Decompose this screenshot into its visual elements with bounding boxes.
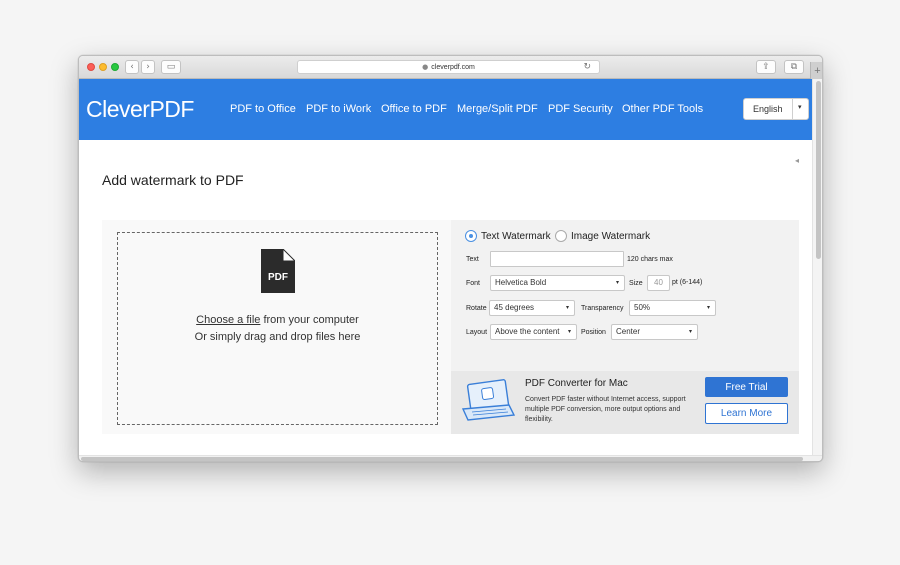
chevron-down-icon: ▾: [688, 328, 692, 335]
language-value: English: [753, 104, 783, 114]
position-value: Center: [616, 327, 641, 336]
learn-more-button[interactable]: Learn More: [705, 403, 788, 424]
choose-file-line: Choose a file from your computer: [118, 314, 437, 326]
watermark-text-input[interactable]: [495, 252, 623, 266]
mac-converter-promo: PDF Converter for Mac Convert PDF faster…: [451, 371, 799, 434]
text-label: Text: [466, 256, 479, 263]
watermark-options-panel: Text Watermark Image Watermark Text 120 …: [451, 220, 799, 434]
radio-unselected-indicator: [555, 230, 567, 242]
nav-office-to-pdf[interactable]: Office to PDF: [381, 103, 447, 115]
site-logo[interactable]: CleverPDF: [86, 96, 194, 123]
lock-icon: ●: [422, 63, 429, 71]
font-label: Font: [466, 280, 481, 287]
chevron-down-icon: ▾: [798, 103, 802, 111]
vertical-scrollbar[interactable]: [812, 79, 822, 456]
chevron-down-icon: ▾: [567, 328, 571, 335]
rotate-label: Rotate: [466, 305, 487, 312]
sidebar-icon[interactable]: ▭: [161, 60, 181, 74]
promo-title: PDF Converter for Mac: [525, 378, 628, 389]
page-title: Add watermark to PDF: [102, 172, 244, 188]
pdf-icon-label: PDF: [268, 272, 288, 283]
layout-label: Layout: [466, 329, 488, 336]
font-value: Helvetica Bold: [495, 278, 547, 287]
size-hint: pt (6-144): [672, 279, 703, 286]
close-window-button[interactable]: [87, 63, 95, 71]
zoom-window-button[interactable]: [111, 63, 119, 71]
laptop-illustration-icon: [461, 379, 516, 421]
forward-icon[interactable]: ›: [141, 60, 155, 74]
text-hint: 120 chars max: [627, 256, 673, 263]
size-input[interactable]: 40: [647, 275, 670, 291]
address-bar[interactable]: ● cleverpdf.com ↻: [297, 60, 600, 74]
nav-pdf-to-office[interactable]: PDF to Office: [230, 103, 296, 115]
horizontal-scrollbar[interactable]: [79, 455, 822, 461]
share-icon[interactable]: ⇪: [756, 60, 776, 74]
vertical-scroll-thumb[interactable]: [816, 81, 821, 259]
radio-selected-indicator: [465, 230, 477, 242]
chevron-down-icon: ▾: [706, 304, 710, 311]
radio-text-watermark[interactable]: Text Watermark: [465, 230, 551, 242]
layout-select[interactable]: Above the content ▾: [490, 324, 577, 340]
language-divider: [792, 99, 793, 119]
horizontal-scroll-thumb[interactable]: [81, 457, 803, 461]
position-label: Position: [581, 329, 606, 336]
position-select[interactable]: Center ▾: [611, 324, 698, 340]
collapse-arrow-icon[interactable]: ◂: [795, 156, 799, 165]
layout-value: Above the content: [495, 327, 560, 336]
size-label: Size: [629, 280, 643, 287]
rotate-value: 45 degrees: [494, 303, 535, 312]
site-navbar: CleverPDF PDF to Office PDF to iWork Off…: [79, 79, 812, 140]
upload-panel: PDF Choose a file from your computer Or …: [102, 220, 451, 434]
chevron-down-icon: ▾: [565, 304, 569, 311]
back-icon[interactable]: ‹: [125, 60, 139, 74]
radio-text-watermark-label: Text Watermark: [481, 230, 551, 242]
language-select[interactable]: English ▾: [743, 98, 809, 120]
text-field-wrapper: [490, 251, 624, 267]
minimize-window-button[interactable]: [99, 63, 107, 71]
browser-toolbar: ‹ › ▭ ● cleverpdf.com ↻ ⇪ ⧉ +: [79, 56, 822, 79]
reload-icon[interactable]: ↻: [583, 62, 591, 72]
drag-drop-text: Or simply drag and drop files here: [194, 331, 361, 343]
pdf-file-icon: PDF: [261, 249, 295, 293]
tabs-icon[interactable]: ⧉: [784, 60, 804, 74]
new-tab-icon[interactable]: +: [810, 62, 822, 79]
nav-merge-split-pdf[interactable]: Merge/Split PDF: [457, 103, 538, 115]
chevron-down-icon: ▾: [615, 279, 619, 286]
transparency-select[interactable]: 50% ▾: [629, 300, 716, 316]
rotate-select[interactable]: 45 degrees ▾: [489, 300, 575, 316]
nav-pdf-security[interactable]: PDF Security: [548, 103, 613, 115]
address-text: cleverpdf.com: [431, 63, 475, 71]
web-page: CleverPDF PDF to Office PDF to iWork Off…: [79, 79, 812, 456]
free-trial-button[interactable]: Free Trial: [705, 377, 788, 397]
nav-other-pdf-tools[interactable]: Other PDF Tools: [622, 103, 703, 115]
choose-file-link[interactable]: Choose a file: [196, 314, 260, 326]
browser-window: ‹ › ▭ ● cleverpdf.com ↻ ⇪ ⧉ + CleverPDF …: [78, 55, 823, 462]
font-select[interactable]: Helvetica Bold ▾: [490, 275, 625, 291]
promo-description: Convert PDF faster without Internet acce…: [525, 396, 686, 423]
transparency-label: Transparency: [581, 305, 624, 312]
file-dropzone[interactable]: PDF Choose a file from your computer Or …: [117, 232, 438, 425]
transparency-value: 50%: [634, 303, 651, 312]
radio-image-watermark-label: Image Watermark: [571, 230, 651, 242]
radio-image-watermark[interactable]: Image Watermark: [555, 230, 650, 242]
choose-file-rest: from your computer: [260, 314, 359, 326]
nav-pdf-to-iwork[interactable]: PDF to iWork: [306, 103, 371, 115]
